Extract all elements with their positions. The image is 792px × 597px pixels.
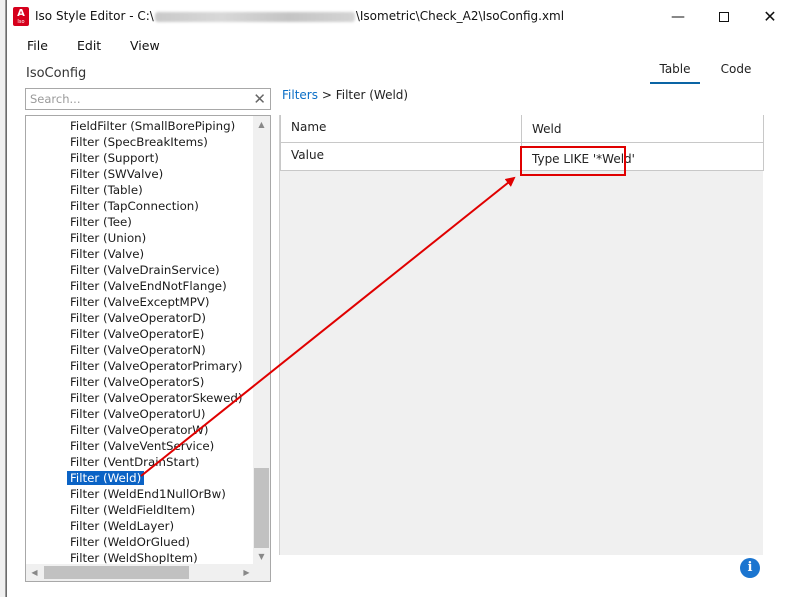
tree-item-label: Filter (Union): [70, 231, 147, 245]
menu-edit[interactable]: Edit: [77, 38, 101, 53]
tree-item[interactable]: Filter (ValveOperatorU): [26, 406, 255, 422]
tree-item[interactable]: Filter (Table): [26, 182, 255, 198]
tree-item-label: Filter (WeldFieldItem): [70, 503, 196, 517]
window-title: Iso Style Editor - C:\ \Isometric\Check_A…: [35, 9, 565, 23]
property-value-name[interactable]: Weld: [522, 115, 764, 143]
tree-item-label: Filter (ValveExceptMPV): [70, 295, 210, 309]
app-icon-label: Iso: [17, 19, 25, 25]
close-button[interactable]: ✕: [747, 0, 792, 33]
tree-item[interactable]: Filter (Valve): [26, 246, 255, 262]
app-icon: A Iso: [13, 7, 29, 26]
minimize-button[interactable]: —: [655, 0, 701, 33]
tree-item-label: Filter (ValveOperatorS): [70, 375, 205, 389]
horizontal-scrollbar[interactable]: ◀ ▶: [26, 564, 255, 581]
tree-item-label: Filter (ValveEndNotFlange): [70, 279, 227, 293]
tree-item-label: Filter (ValveDrainService): [70, 263, 220, 277]
tree-item[interactable]: Filter (TapConnection): [26, 198, 255, 214]
tree-item-label: Filter (Table): [70, 183, 143, 197]
scroll-down-arrow-icon[interactable]: ▼: [253, 548, 270, 565]
tree-item-label: Filter (WeldOrGlued): [70, 535, 190, 549]
info-icon[interactable]: i: [740, 558, 760, 578]
tree-item-label: Filter (WeldLayer): [70, 519, 175, 533]
breadcrumb-separator: >: [321, 88, 332, 102]
tree-item[interactable]: Filter (ValveExceptMPV): [26, 294, 255, 310]
breadcrumb-filters-link[interactable]: Filters: [282, 88, 318, 102]
menu-file[interactable]: File: [27, 38, 48, 53]
tree-item[interactable]: Filter (ValveOperatorN): [26, 342, 255, 358]
tree-item[interactable]: Filter (Union): [26, 230, 255, 246]
tree-item-label: Filter (WeldEnd1NullOrBw): [70, 487, 226, 501]
tree-item[interactable]: Filter (ValveOperatorSkewed): [26, 390, 255, 406]
scrollbar-corner: [253, 564, 270, 581]
breadcrumb-current: Filter (Weld): [335, 88, 409, 102]
tree-item[interactable]: Filter (Support): [26, 150, 255, 166]
tree-item[interactable]: Filter (WeldFieldItem): [26, 502, 255, 518]
tree-item-label: Filter (ValveOperatorE): [70, 327, 205, 341]
search-input[interactable]: [30, 91, 240, 107]
redacted-path: [154, 11, 355, 22]
tree-item-label: FieldFilter (SmallBorePiping): [70, 119, 236, 133]
search-field: ✕: [25, 88, 271, 110]
section-title: IsoConfig: [26, 66, 87, 81]
title-bar[interactable]: A Iso Iso Style Editor - C:\ \Isometric\Ch…: [7, 0, 792, 33]
minimize-icon: —: [671, 8, 685, 25]
breadcrumb: Filters > Filter (Weld): [282, 88, 408, 102]
tree-item[interactable]: Filter (VentDrainStart): [26, 454, 255, 470]
tree-item[interactable]: Filter (WeldOrGlued): [26, 534, 255, 550]
iso-style-editor-window: A Iso Iso Style Editor - C:\ \Isometric\Ch…: [6, 0, 792, 597]
tree-item-label: Filter (Valve): [70, 247, 145, 261]
property-grid: Name Weld Value Type LIKE '*Weld': [279, 115, 764, 555]
tree-item-label: Filter (ValveVentService): [70, 439, 215, 453]
menu-view[interactable]: View: [130, 38, 160, 53]
tree-item-label: Filter (VentDrainStart): [70, 455, 200, 469]
maximize-icon: [719, 11, 729, 22]
tab-table[interactable]: Table: [650, 62, 700, 84]
tree-item-label: Filter (Support): [70, 151, 159, 165]
tree-item-label: Filter (TapConnection): [70, 199, 199, 213]
tree-item[interactable]: Filter (ValveOperatorW): [26, 422, 255, 438]
screen: A Iso Iso Style Editor - C:\ \Isometric\Ch…: [0, 0, 792, 597]
tree-item-label: Filter (ValveOperatorSkewed): [70, 391, 243, 405]
tree-item-label: Filter (Tee): [70, 215, 132, 229]
tree-item[interactable]: Filter (SpecBreakItems): [26, 134, 255, 150]
tree-item[interactable]: Filter (ValveOperatorE): [26, 326, 255, 342]
tree-item[interactable]: Filter (WeldLayer): [26, 518, 255, 534]
tree-item-label: Filter (WeldShopItem): [70, 551, 198, 565]
menu-bar: File Edit View: [7, 33, 792, 57]
property-label: Name: [280, 115, 522, 143]
tree-item[interactable]: Filter (ValveVentService): [26, 438, 255, 454]
scroll-left-arrow-icon[interactable]: ◀: [26, 564, 43, 581]
tree-item-label: Filter (ValveOperatorU): [70, 407, 206, 421]
tree-item[interactable]: Filter (ValveOperatorPrimary): [26, 358, 255, 374]
tree-item-label: Filter (ValveOperatorD): [70, 311, 206, 325]
tree-item[interactable]: Filter (Tee): [26, 214, 255, 230]
close-icon: ✕: [763, 7, 777, 26]
horizontal-scroll-thumb[interactable]: [44, 566, 189, 579]
vertical-scrollbar[interactable]: ▲ ▼: [253, 116, 270, 565]
tree-item[interactable]: FieldFilter (SmallBorePiping): [26, 118, 255, 134]
tree-item[interactable]: Filter (WeldEnd1NullOrBw): [26, 486, 255, 502]
property-row-name: Name Weld: [280, 115, 764, 143]
tree-item[interactable]: Filter (ValveDrainService): [26, 262, 255, 278]
tab-code[interactable]: Code: [713, 62, 759, 84]
clear-search-icon[interactable]: ✕: [253, 90, 266, 108]
tree-item[interactable]: Filter (SWValve): [26, 166, 255, 182]
tree-list: FieldFilter (SmallBorePiping) Filter (Spe…: [26, 118, 255, 566]
annotation-highlight-box: [520, 146, 626, 176]
property-label: Value: [280, 143, 522, 171]
tree-item-label: Filter (SWValve): [70, 167, 164, 181]
tree-item-label: Filter (ValveOperatorW): [70, 423, 209, 437]
tree-item-label: Filter (ValveOperatorPrimary): [70, 359, 243, 373]
tree-item-label: Filter (SpecBreakItems): [70, 135, 208, 149]
tree-item[interactable]: Filter (Weld): [26, 470, 255, 486]
tree-item[interactable]: Filter (ValveOperatorS): [26, 374, 255, 390]
tree-item-label: Filter (ValveOperatorN): [70, 343, 206, 357]
tree-item[interactable]: Filter (ValveEndNotFlange): [26, 278, 255, 294]
vertical-scroll-thumb[interactable]: [254, 468, 269, 548]
filter-tree: FieldFilter (SmallBorePiping) Filter (Spe…: [25, 115, 271, 582]
scroll-up-arrow-icon[interactable]: ▲: [253, 116, 270, 133]
tree-item-label: Filter (Weld): [67, 471, 145, 485]
tree-item[interactable]: Filter (ValveOperatorD): [26, 310, 255, 326]
maximize-button[interactable]: [701, 0, 747, 33]
